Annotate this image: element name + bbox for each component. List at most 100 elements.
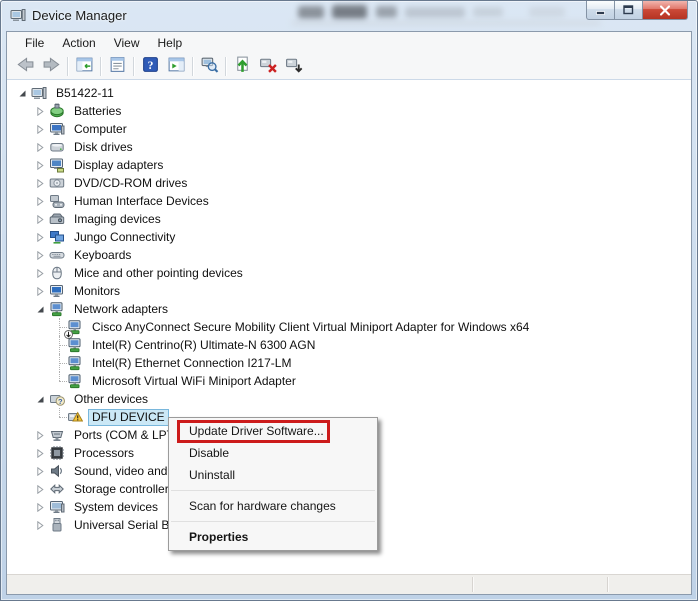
expand-collapsed-icon[interactable] (35, 161, 49, 170)
expand-collapsed-icon[interactable] (35, 179, 49, 188)
expand-collapsed-icon[interactable] (35, 431, 49, 440)
close-button[interactable] (642, 1, 688, 20)
toolbar-separator (100, 57, 101, 76)
tree-item[interactable]: Keyboards (7, 246, 691, 264)
tree-item[interactable]: Mice and other pointing devices (7, 264, 691, 282)
context-menu-item-label: Properties (189, 530, 248, 544)
tree-item[interactable]: Jungo Connectivity (7, 228, 691, 246)
show-action-pane-icon (167, 55, 186, 77)
back-icon (16, 55, 35, 77)
expand-expanded-icon[interactable] (17, 89, 31, 98)
tree-item[interactable]: Intel(R) Centrino(R) Ultimate-N 6300 AGN (7, 336, 691, 354)
menu-view[interactable]: View (105, 33, 149, 53)
tree-item[interactable]: DVD/CD-ROM drives (7, 174, 691, 192)
monitor-icon (49, 283, 65, 299)
tree-item-label: Keyboards (70, 247, 135, 264)
context-menu-item-disable[interactable]: Disable (169, 442, 377, 464)
tree-item-label: Intel(R) Centrino(R) Ultimate-N 6300 AGN (88, 337, 319, 354)
expand-collapsed-icon[interactable] (35, 125, 49, 134)
tree-item-label: Display adapters (70, 157, 167, 174)
tree-connector (53, 336, 67, 354)
expand-collapsed-icon[interactable] (35, 197, 49, 206)
tree-item-label: Microsoft Virtual WiFi Miniport Adapter (88, 373, 300, 390)
menu-help[interactable]: Help (149, 33, 192, 53)
tree-item-label: Cisco AnyConnect Secure Mobility Client … (88, 319, 533, 336)
tree-item-label: Disk drives (70, 139, 137, 156)
toolbar-properties-button[interactable] (104, 54, 130, 78)
tree-item[interactable]: Network adapters (7, 300, 691, 318)
tree-item[interactable]: B51422-11 (7, 84, 691, 102)
toolbar-back-button[interactable] (12, 54, 38, 78)
blur-artifact (376, 6, 397, 18)
window-controls (586, 1, 688, 20)
titlebar[interactable]: Device Manager (1, 1, 697, 31)
toolbar-update-driver-button[interactable] (229, 54, 255, 78)
tree-item-label: Human Interface Devices (70, 193, 213, 210)
tree-item[interactable]: ?Other devices (7, 390, 691, 408)
tree-item-label: Ports (COM & LPT) (70, 427, 182, 444)
expand-collapsed-icon[interactable] (35, 521, 49, 530)
window-title: Device Manager (32, 8, 127, 23)
minimize-button[interactable] (586, 1, 615, 20)
expand-collapsed-icon[interactable] (35, 107, 49, 116)
tree-item[interactable]: Microsoft Virtual WiFi Miniport Adapter (7, 372, 691, 390)
minimize-icon (596, 5, 606, 15)
context-menu-item-scan-for-hardware-changes[interactable]: Scan for hardware changes (169, 495, 377, 517)
toolbar-disable-device-button[interactable] (281, 54, 307, 78)
expand-collapsed-icon[interactable] (35, 485, 49, 494)
expand-collapsed-icon[interactable] (35, 449, 49, 458)
expand-collapsed-icon[interactable] (35, 287, 49, 296)
scan-hardware-icon (200, 55, 219, 77)
expand-collapsed-icon[interactable] (35, 251, 49, 260)
tree-item[interactable]: Computer (7, 120, 691, 138)
maximize-button[interactable] (615, 1, 642, 20)
tree-item-label: Monitors (70, 283, 124, 300)
tree-item-label: DVD/CD-ROM drives (70, 175, 191, 192)
menu-file[interactable]: File (16, 33, 53, 53)
toolbar-separator (192, 57, 193, 76)
toolbar-scan-hardware-button[interactable] (196, 54, 222, 78)
toolbar-help-button[interactable]: ? (137, 54, 163, 78)
toolbar-show-action-pane-button[interactable] (163, 54, 189, 78)
tree-item[interactable]: Disk drives (7, 138, 691, 156)
processor-icon (49, 445, 65, 461)
update-driver-icon (233, 55, 252, 77)
toolbar: ? (7, 53, 691, 80)
expand-collapsed-icon[interactable] (35, 215, 49, 224)
expand-collapsed-icon[interactable] (35, 467, 49, 476)
toolbar-uninstall-device-button[interactable] (255, 54, 281, 78)
maximize-icon (623, 5, 634, 15)
expand-collapsed-icon[interactable] (35, 143, 49, 152)
context-menu-item-properties[interactable]: Properties (169, 526, 377, 548)
menu-action[interactable]: Action (53, 33, 104, 53)
expand-expanded-icon[interactable] (35, 395, 49, 404)
blur-artifact (405, 7, 465, 18)
tree-item-label: System devices (70, 499, 162, 516)
blur-artifact (473, 7, 503, 17)
expand-collapsed-icon[interactable] (35, 503, 49, 512)
expand-collapsed-icon[interactable] (35, 233, 49, 242)
context-menu-item-uninstall[interactable]: Uninstall (169, 464, 377, 486)
toolbar-show-console-tree-button[interactable] (71, 54, 97, 78)
network-adapter-icon (67, 319, 83, 335)
context-menu-item-label: Scan for hardware changes (189, 499, 336, 513)
expand-expanded-icon[interactable] (35, 305, 49, 314)
tree-item[interactable]: Cisco AnyConnect Secure Mobility Client … (7, 318, 691, 336)
context-menu-item-update-driver-software[interactable]: Update Driver Software... (169, 420, 377, 442)
properties-icon (108, 55, 127, 77)
usb-icon (49, 517, 65, 533)
tree-item-label: Intel(R) Ethernet Connection I217-LM (88, 355, 295, 372)
statusbar-divider (607, 577, 608, 592)
context-menu: Update Driver Software...DisableUninstal… (168, 417, 378, 551)
tree-item[interactable]: Intel(R) Ethernet Connection I217-LM (7, 354, 691, 372)
tree-item[interactable]: Imaging devices (7, 210, 691, 228)
tree-item[interactable]: Batteries (7, 102, 691, 120)
tree-item[interactable]: Monitors (7, 282, 691, 300)
toolbar-forward-button[interactable] (38, 54, 64, 78)
imaging-icon (49, 211, 65, 227)
expand-collapsed-icon[interactable] (35, 269, 49, 278)
tree-item[interactable]: Human Interface Devices (7, 192, 691, 210)
network-adapter-icon (67, 355, 83, 371)
tree-item[interactable]: Display adapters (7, 156, 691, 174)
unknown-warning-icon (67, 409, 83, 425)
